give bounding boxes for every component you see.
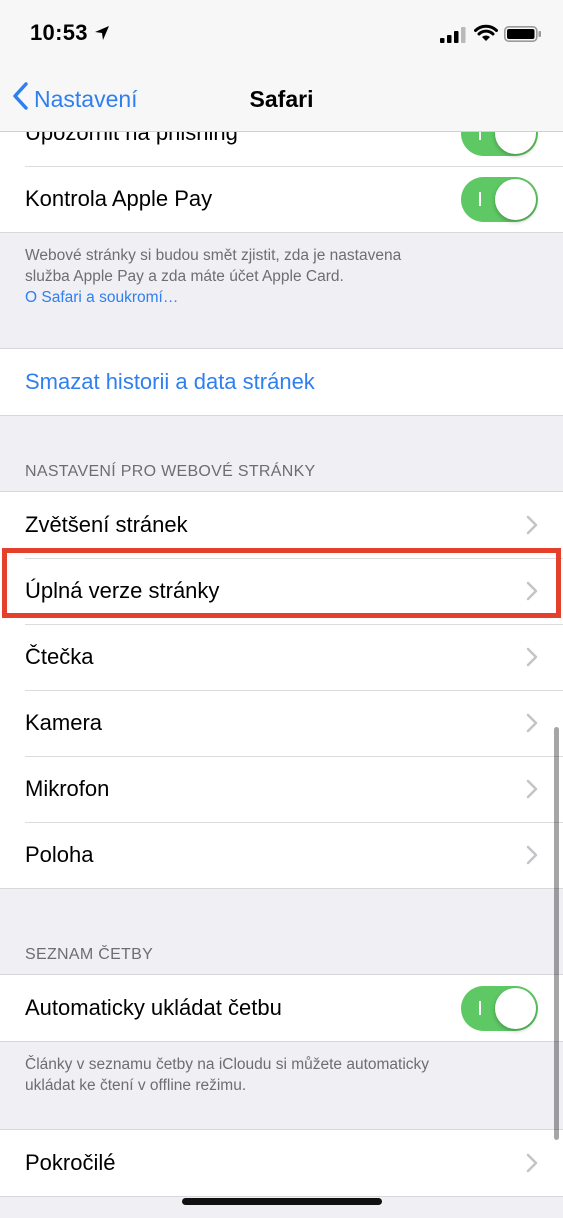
apple-pay-footer-note: Webové stránky si budou smět zjistit, zd… bbox=[0, 233, 563, 348]
highlight-annotation-box bbox=[2, 548, 561, 618]
chevron-right-icon bbox=[526, 647, 538, 673]
settings-list[interactable]: Upozornit na phishing Kontrola Apple Pay… bbox=[0, 132, 563, 1218]
status-time: 10:53 bbox=[30, 20, 88, 45]
auto-save-reading-toggle[interactable] bbox=[461, 986, 538, 1031]
reading-list-footer-note: Články v seznamu četby na iCloudu si můž… bbox=[25, 1056, 430, 1094]
status-bar: 10:53 bbox=[0, 0, 563, 66]
chevron-right-icon bbox=[526, 713, 538, 739]
microphone-row[interactable]: Mikrofon bbox=[0, 756, 563, 822]
reading-list-section-header: SEZNAM ČETBY bbox=[25, 946, 154, 963]
phishing-warning-toggle[interactable] bbox=[461, 132, 538, 156]
location-arrow-icon bbox=[94, 25, 110, 46]
apple-pay-check-row: Kontrola Apple Pay bbox=[0, 166, 563, 232]
chevron-right-icon bbox=[526, 515, 538, 541]
chevron-right-icon bbox=[526, 1153, 538, 1179]
cellular-signal-icon bbox=[440, 27, 466, 48]
reader-row[interactable]: Čtečka bbox=[0, 624, 563, 690]
phishing-warning-row: Upozornit na phishing bbox=[0, 132, 563, 166]
navigation-bar: Nastavení Safari bbox=[0, 66, 563, 132]
battery-icon bbox=[504, 26, 542, 47]
scrollbar[interactable] bbox=[554, 727, 559, 1140]
advanced-row[interactable]: Pokročilé bbox=[0, 1130, 563, 1196]
privacy-link[interactable]: O Safari a soukromí… bbox=[25, 287, 538, 308]
home-indicator[interactable] bbox=[182, 1198, 382, 1205]
apple-pay-check-toggle[interactable] bbox=[461, 177, 538, 222]
location-row[interactable]: Poloha bbox=[0, 822, 563, 888]
clear-history-button[interactable]: Smazat historii a data stránek bbox=[0, 349, 563, 415]
auto-save-reading-row: Automaticky ukládat četbu bbox=[0, 975, 563, 1041]
websites-section-header: NASTAVENÍ PRO WEBOVÉ STRÁNKY bbox=[25, 463, 316, 480]
chevron-right-icon bbox=[526, 779, 538, 805]
page-title: Safari bbox=[249, 86, 314, 112]
chevron-right-icon bbox=[526, 845, 538, 871]
camera-row[interactable]: Kamera bbox=[0, 690, 563, 756]
wifi-icon bbox=[474, 24, 498, 47]
